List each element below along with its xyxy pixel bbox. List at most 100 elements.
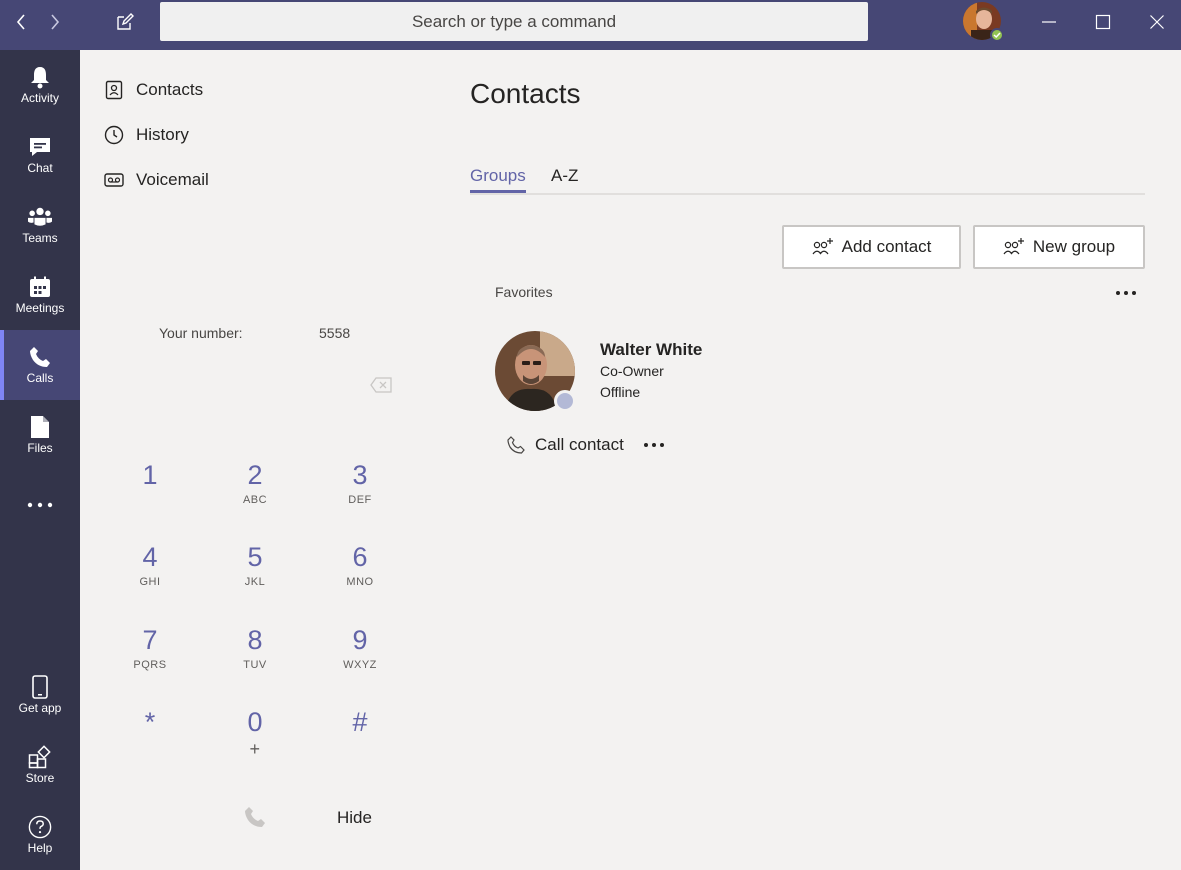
calls-nav-history[interactable]: History (104, 121, 189, 149)
dialpad-key-1[interactable]: 1 (110, 460, 190, 494)
store-icon (28, 745, 51, 769)
key-digit: 4 (142, 542, 158, 572)
contact-more-options-button[interactable] (643, 442, 665, 448)
app-rail: Activity Chat Teams Meetings Calls Files… (0, 50, 80, 870)
key-letters: WXYZ (343, 659, 377, 671)
rail-item-get-app[interactable]: Get app (0, 660, 80, 730)
dialpad-key-hash[interactable]: # (320, 707, 400, 741)
contacts-main: Contacts Groups A-Z Add contact New grou… (450, 50, 1181, 870)
favorites-group-label: Favorites (495, 284, 553, 300)
rail-item-files[interactable]: Files (0, 400, 80, 470)
call-contact-button[interactable]: Call contact (535, 435, 624, 455)
chevron-right-icon (51, 14, 60, 30)
call-button[interactable] (244, 806, 266, 828)
key-letters: GHI (139, 576, 161, 588)
your-number-value: 5558 (319, 325, 351, 341)
checkmark-icon (993, 32, 1001, 39)
key-letters: ABC (242, 494, 268, 506)
minimize-icon (1042, 21, 1056, 23)
key-letters: MNO (346, 576, 374, 588)
dialpad-key-7[interactable]: 7 PQRS (110, 625, 190, 671)
calls-nav-contacts[interactable]: Contacts (104, 76, 203, 104)
calls-nav-label: History (136, 125, 189, 144)
rail-item-calls[interactable]: Calls (0, 330, 80, 400)
calls-nav-label: Contacts (136, 80, 204, 99)
chat-icon (30, 138, 50, 156)
calls-nav-voicemail[interactable]: Voicemail (104, 166, 209, 194)
rail-item-label: Calls (26, 371, 54, 385)
presence-available-badge (990, 28, 1004, 42)
dialpad-key-3[interactable]: 3 DEF (320, 460, 400, 506)
compose-button[interactable] (108, 0, 142, 44)
rail-item-label: Files (27, 441, 53, 455)
rail-item-label: Help (27, 841, 53, 855)
minimize-button[interactable] (1022, 0, 1076, 44)
rail-item-label: Activity (20, 91, 59, 105)
forward-button[interactable] (38, 0, 72, 44)
dialpad-key-star[interactable]: * (110, 707, 190, 741)
rail-item-label: Teams (22, 231, 58, 245)
key-digit: 5 (247, 542, 263, 572)
back-button[interactable] (4, 0, 38, 44)
file-icon (31, 416, 49, 438)
phone-icon (30, 347, 50, 367)
contacts-icon (105, 80, 123, 100)
key-digit: 7 (142, 625, 158, 655)
key-digit: 8 (247, 625, 263, 655)
rail-item-label: Meetings (15, 301, 65, 315)
rail-item-label: Chat (27, 161, 53, 175)
rail-item-chat[interactable]: Chat (0, 120, 80, 190)
dialpad-key-9[interactable]: 9 WXYZ (320, 625, 400, 671)
close-icon (1150, 15, 1164, 29)
new-group-button[interactable]: New group (973, 225, 1145, 269)
tab-divider (470, 193, 1145, 195)
search-input[interactable]: Search or type a command (160, 2, 868, 41)
bell-icon (31, 67, 49, 89)
add-contact-label: Add contact (841, 237, 932, 256)
new-group-icon (1003, 238, 1024, 255)
dialpad-key-0[interactable]: 0 + (215, 707, 295, 760)
search-placeholder: Search or type a command (411, 11, 617, 31)
rail-item-help[interactable]: Help (0, 800, 80, 870)
chevron-left-icon (16, 14, 25, 30)
backspace-icon[interactable] (370, 377, 392, 393)
rail-item-meetings[interactable]: Meetings (0, 260, 80, 330)
contact-name[interactable]: Walter White (600, 340, 702, 360)
dialpad-key-5[interactable]: 5 JKL (215, 542, 295, 588)
hide-dialpad-button[interactable]: Hide (337, 808, 372, 828)
key-letters: + (249, 739, 261, 759)
key-digit: 6 (352, 542, 368, 572)
key-letters: DEF (348, 494, 372, 506)
add-contact-button[interactable]: Add contact (782, 225, 961, 269)
rail-item-label: Get app (18, 701, 62, 715)
maximize-button[interactable] (1076, 0, 1130, 44)
key-digit: 0 (247, 707, 263, 737)
key-digit: 9 (352, 625, 368, 655)
rail-item-label: Store (25, 771, 55, 785)
title-bar: Search or type a command (0, 0, 1181, 50)
clock-icon (104, 125, 124, 145)
tab-a-z[interactable]: A-Z (551, 166, 578, 186)
favorites-more-options-button[interactable] (1115, 290, 1137, 296)
rail-more-apps-button[interactable] (0, 470, 80, 540)
dialpad-key-2[interactable]: 2 ABC (215, 460, 295, 506)
contact-status: Offline (600, 384, 641, 400)
more-icon (27, 502, 53, 508)
key-digit: # (352, 707, 368, 737)
active-tab-indicator (470, 190, 526, 193)
key-digit: 2 (247, 460, 263, 490)
dialpad-key-6[interactable]: 6 MNO (320, 542, 400, 588)
rail-item-activity[interactable]: Activity (0, 50, 80, 120)
calls-left-pane: Contacts History Voicemail Your number: … (80, 50, 450, 870)
key-digit: 3 (352, 460, 368, 490)
compose-icon (117, 13, 134, 30)
key-letters: TUV (243, 659, 267, 671)
rail-item-store[interactable]: Store (0, 730, 80, 800)
key-digit: * (144, 707, 156, 737)
tab-groups[interactable]: Groups (470, 166, 526, 186)
close-button[interactable] (1130, 0, 1181, 44)
dialpad-key-4[interactable]: 4 GHI (110, 542, 190, 588)
dialpad-key-8[interactable]: 8 TUV (215, 625, 295, 671)
calendar-icon (30, 276, 50, 297)
rail-item-teams[interactable]: Teams (0, 190, 80, 260)
